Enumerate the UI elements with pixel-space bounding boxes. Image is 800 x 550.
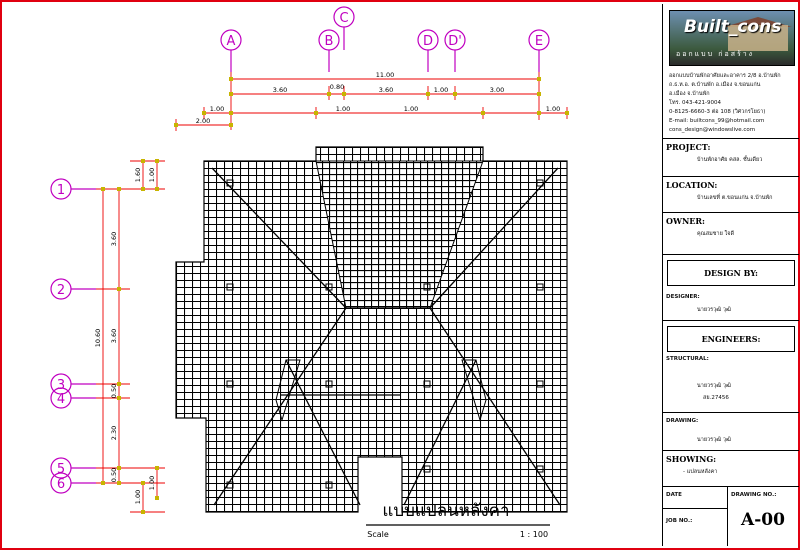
svg-text:1.00: 1.00 [546, 105, 560, 113]
company-address: ออกแบบบ้านพักอาศัยและอาคาร 2/8 อ.บ้านพัก… [669, 73, 781, 133]
svg-text:0.80: 0.80 [330, 83, 344, 91]
svg-text:6: 6 [57, 477, 65, 492]
svg-text:11.00: 11.00 [376, 71, 395, 79]
svg-text:4: 4 [57, 392, 65, 407]
company-section: Built_cons ออกแบบ ก่อสร้าง ออกแบบบ้านพัก… [663, 4, 799, 139]
grid-bubble-c: C [333, 6, 355, 50]
design-by-section: DESIGN BY: DESIGNER: นายวรวุฒิ วุฒิ [663, 254, 799, 321]
svg-text:3.60: 3.60 [110, 232, 118, 246]
svg-text:D': D' [448, 34, 462, 49]
owner-section: OWNER: คุณสมชาย ใจดี [663, 212, 799, 255]
svg-text:A: A [227, 34, 236, 49]
title-block: Built_cons ออกแบบ ก่อสร้าง ออกแบบบ้านพัก… [662, 4, 799, 546]
svg-text:E: E [535, 34, 543, 49]
svg-text:0.50: 0.50 [110, 468, 118, 482]
svg-text:1.60: 1.60 [134, 168, 142, 182]
svg-text:3.60: 3.60 [110, 329, 118, 343]
scale-value: 1 : 100 [520, 530, 548, 539]
svg-text:D: D [423, 34, 433, 49]
svg-text:1.00: 1.00 [134, 490, 142, 504]
grid-bubbles-top: A B C D D' E [220, 6, 550, 72]
grid-bubble-3: 3 [50, 373, 96, 395]
svg-text:1.00: 1.00 [336, 105, 350, 113]
grid-bubble-d-prime: D' [444, 29, 466, 72]
svg-text:C: C [339, 11, 348, 26]
svg-text:3.60: 3.60 [379, 86, 393, 94]
grid-bubble-1: 1 [50, 178, 96, 200]
grid-bubble-a: A [220, 29, 242, 72]
project-section: PROJECT: บ้านพักอาศัย คสล. ชั้นเดียว [663, 138, 799, 177]
svg-text:3: 3 [57, 378, 65, 393]
sheet-number: A-00 [741, 510, 785, 530]
svg-text:1: 1 [57, 183, 65, 198]
engineers-section: ENGINEERS: STRUCTURAL: นายวรวุฒิ วุฒิ สย… [663, 320, 799, 413]
svg-text:1.00: 1.00 [148, 168, 156, 182]
company-logo: Built_cons ออกแบบ ก่อสร้าง [669, 10, 795, 66]
svg-text:0.50: 0.50 [110, 384, 118, 398]
svg-text:2.00: 2.00 [196, 117, 210, 125]
svg-text:3.00: 3.00 [490, 86, 504, 94]
roof-plan-drawing: A B C D D' E 1 2 3 4 5 6 11.00 0.80 3.60… [50, 6, 569, 539]
drawing-title: แบบแปลนหลังคา [382, 501, 509, 521]
dimensions-left: 10.60 3.60 3.60 0.50 2.30 0.50 1.60 1.00… [94, 159, 165, 514]
drawing-section: DRAWING: นายวรวุฒิ วุฒิ [663, 412, 799, 451]
scale-label: Scale [367, 530, 389, 539]
grid-bubble-d: D [417, 29, 439, 72]
showing-section: SHOWING: - แปลนหลังคา [663, 450, 799, 487]
svg-text:1.00: 1.00 [434, 86, 448, 94]
sheet-info-section: DATE JOB NO.: DRAWING NO.: A-00 [663, 486, 799, 546]
svg-text:2: 2 [57, 283, 65, 298]
svg-text:5: 5 [57, 462, 65, 477]
svg-text:2.30: 2.30 [110, 426, 118, 440]
svg-text:1.00: 1.00 [404, 105, 418, 113]
svg-text:3.60: 3.60 [273, 86, 287, 94]
grid-bubble-2: 2 [50, 278, 96, 300]
location-section: LOCATION: บ้านเลขที่ ต.ขอนแก่น จ.บ้านพัก [663, 176, 799, 213]
svg-text:1.00: 1.00 [148, 476, 156, 490]
dimensions-top: 11.00 0.80 3.60 3.60 1.00 3.00 1.00 1.00… [174, 71, 569, 131]
grid-bubble-e: E [528, 29, 550, 72]
svg-text:1.00: 1.00 [210, 105, 224, 113]
svg-text:10.60: 10.60 [94, 329, 102, 348]
svg-text:B: B [325, 34, 334, 49]
grid-bubbles-left: 1 2 3 4 5 6 [50, 178, 96, 494]
grid-bubble-5: 5 [50, 457, 96, 479]
grid-bubble-b: B [318, 29, 340, 72]
